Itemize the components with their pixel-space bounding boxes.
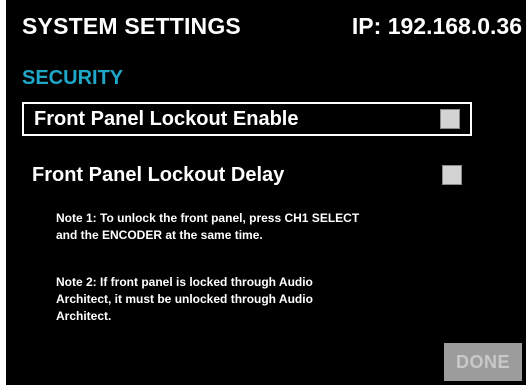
ip-address-label: IP: 192.168.0.36 (351, 13, 522, 39)
note-2-line-3: Architect. (56, 309, 112, 323)
front-panel-lockout-delay-label: Front Panel Lockout Delay (32, 164, 285, 186)
header-bar: SYSTEM SETTINGS IP: 192.168.0.36 (6, 10, 526, 42)
note-1-line-2: and the ENCODER at the same time. (56, 228, 263, 242)
page-title: SYSTEM SETTINGS (22, 13, 241, 39)
system-settings-panel: SYSTEM SETTINGS IP: 192.168.0.36 SECURIT… (6, 0, 526, 385)
screenshot-frame: SYSTEM SETTINGS IP: 192.168.0.36 SECURIT… (0, 0, 532, 385)
front-panel-lockout-delay-option[interactable]: Front Panel Lockout Delay (22, 160, 472, 194)
note-2-line-1: Note 2: If front panel is locked through… (56, 275, 313, 289)
note-2-line-2: Architect, it must be unlocked through A… (56, 292, 313, 306)
front-panel-lockout-enable-label: Front Panel Lockout Enable (34, 108, 299, 130)
note-1-line-1: Note 1: To unlock the front panel, press… (56, 211, 360, 225)
front-panel-lockout-enable-option[interactable]: Front Panel Lockout Enable (22, 102, 472, 136)
front-panel-lockout-enable-checkbox[interactable] (440, 109, 460, 129)
note-1: Note 1: To unlock the front panel, press… (56, 210, 476, 244)
done-button[interactable]: DONE (444, 343, 522, 381)
security-section-title: SECURITY (22, 67, 124, 89)
front-panel-lockout-delay-checkbox[interactable] (442, 165, 462, 185)
note-2: Note 2: If front panel is locked through… (56, 274, 476, 325)
